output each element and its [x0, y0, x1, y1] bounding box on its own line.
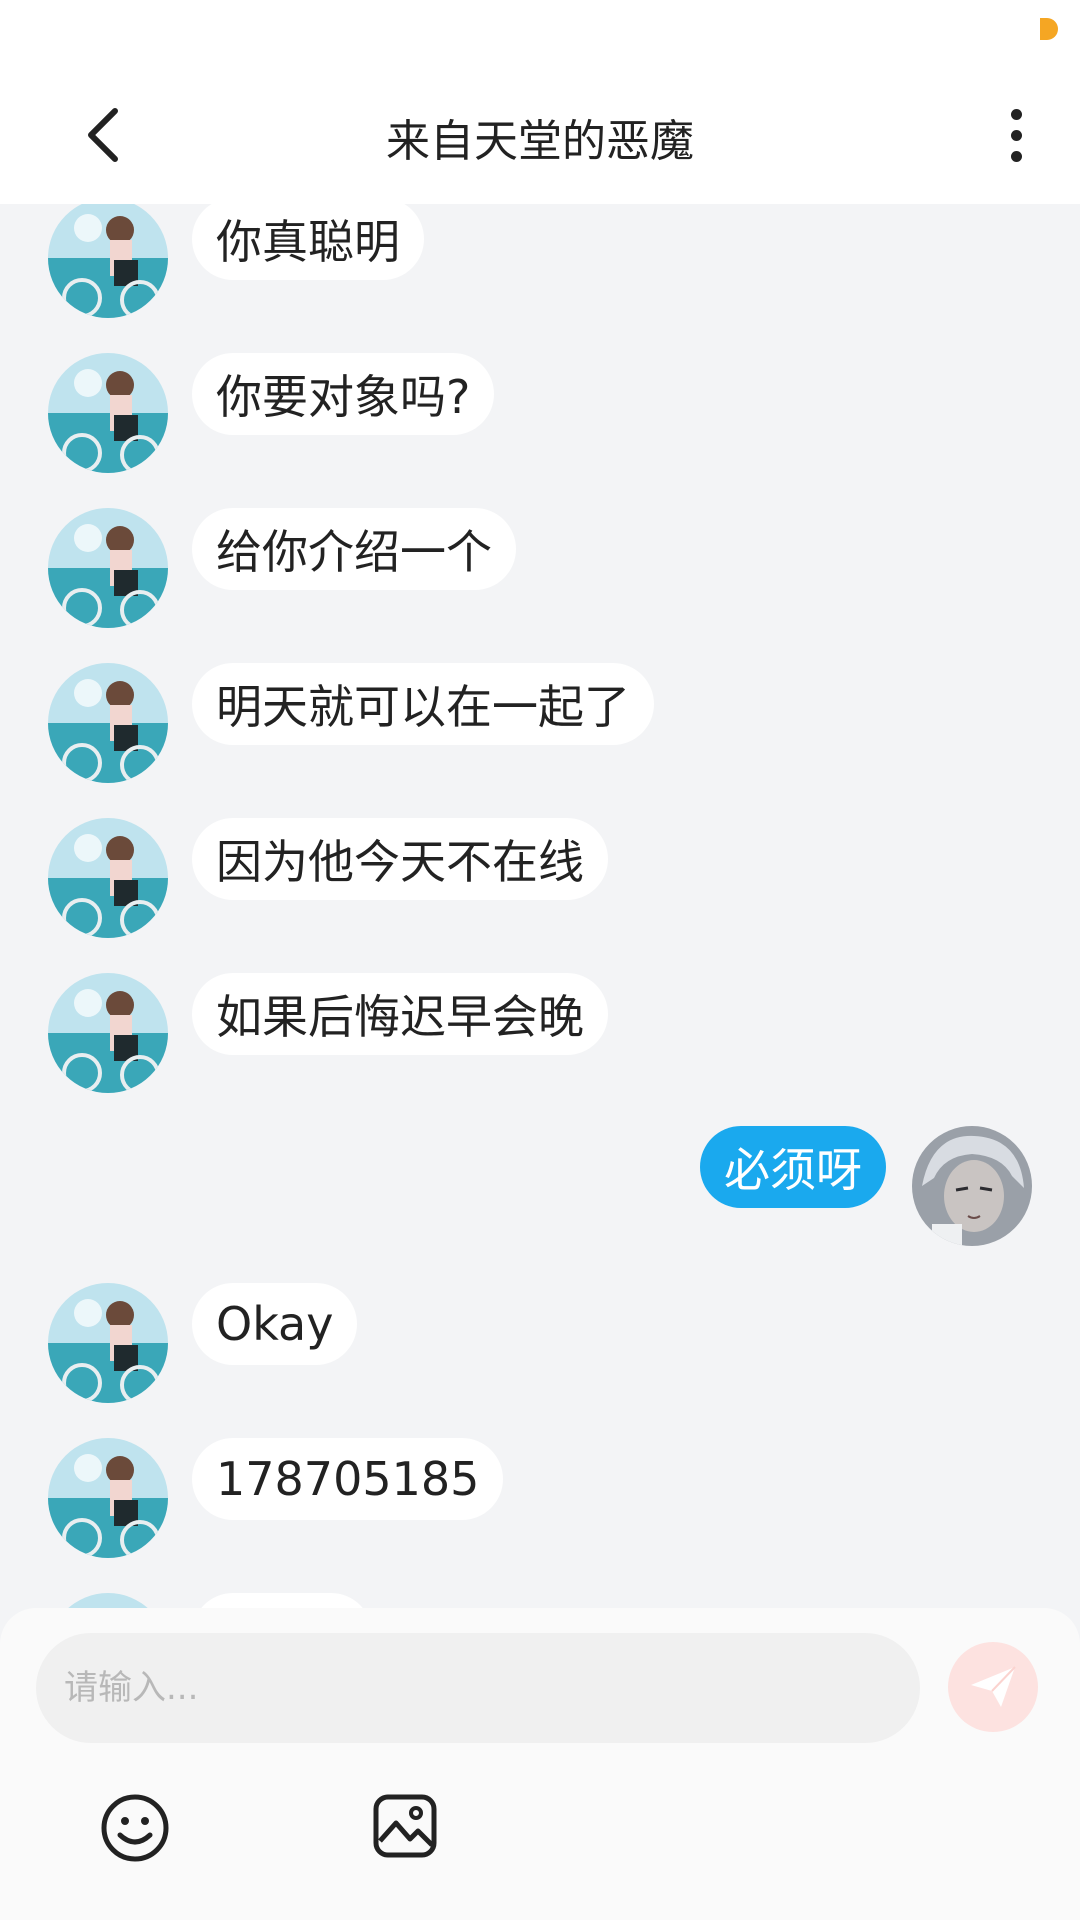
- status-bar: [0, 0, 1080, 70]
- message-bubble-link[interactable]: 178705185: [192, 1438, 504, 1520]
- paper-plane-icon: [971, 1666, 1016, 1707]
- avatar-girl-bicycle-image: [48, 1438, 168, 1558]
- more-options-button[interactable]: [986, 100, 1046, 170]
- message-row-incoming: 明天就可以在一起了: [0, 663, 1080, 783]
- user-avatar[interactable]: [912, 1126, 1032, 1246]
- contact-avatar[interactable]: [48, 508, 168, 628]
- message-bubble[interactable]: 你要对象吗?: [192, 353, 495, 435]
- contact-avatar[interactable]: [48, 663, 168, 783]
- message-row-incoming: 如果后悔迟早会晚: [0, 973, 1080, 1093]
- message-row-incoming: [0, 1593, 1080, 1608]
- contact-avatar[interactable]: [48, 353, 168, 473]
- message-list[interactable]: 你真聪明 你要对象吗? 给你介绍一个 明天就可以在一起了 因为他今天不在线 如果…: [0, 204, 1080, 1608]
- avatar-girl-bicycle-image: [48, 1283, 168, 1403]
- avatar-girl-bicycle-image: [48, 353, 168, 473]
- avatar-girl-bicycle-image: [48, 204, 168, 318]
- message-row-incoming: 给你介绍一个: [0, 508, 1080, 628]
- contact-avatar[interactable]: [48, 1593, 168, 1608]
- contact-avatar[interactable]: [48, 1438, 168, 1558]
- message-bubble[interactable]: [192, 1593, 372, 1608]
- image-icon: [373, 1794, 437, 1858]
- more-vertical-icon: [1010, 108, 1022, 120]
- contact-avatar[interactable]: [48, 1283, 168, 1403]
- avatar-girl-bicycle-image: [48, 973, 168, 1093]
- avatar-girl-bicycle-image: [48, 1593, 168, 1608]
- page-title: 来自天堂的恶魔: [386, 116, 694, 167]
- composer-panel: [0, 1608, 1080, 1920]
- avatar-girl-bicycle-image: [48, 663, 168, 783]
- contact-avatar[interactable]: [48, 204, 168, 318]
- contact-avatar[interactable]: [48, 818, 168, 938]
- chat-header: 来自天堂的恶魔: [0, 70, 1080, 204]
- contact-avatar[interactable]: [48, 973, 168, 1093]
- message-bubble[interactable]: 给你介绍一个: [192, 508, 516, 590]
- message-input[interactable]: [36, 1633, 920, 1743]
- message-row-incoming: 因为他今天不在线: [0, 818, 1080, 938]
- message-row-incoming: 178705185: [0, 1438, 1080, 1558]
- avatar-girl-bicycle-image: [48, 508, 168, 628]
- more-dot: [1010, 150, 1022, 162]
- message-row-incoming: 你真聪明: [0, 204, 1080, 318]
- status-indicator-icon: [1040, 18, 1058, 40]
- message-row-outgoing: 必须呀: [0, 1126, 1080, 1246]
- message-bubble-outgoing[interactable]: 必须呀: [700, 1126, 886, 1208]
- message-bubble[interactable]: 你真聪明: [192, 204, 424, 280]
- message-bubble[interactable]: 因为他今天不在线: [192, 818, 608, 900]
- avatar-girl-bicycle-image: [48, 818, 168, 938]
- message-bubble[interactable]: 如果后悔迟早会晚: [192, 973, 608, 1055]
- image-button[interactable]: [372, 1793, 438, 1859]
- message-bubble[interactable]: Okay: [192, 1283, 358, 1365]
- avatar-anime-boy-image: [912, 1126, 1032, 1246]
- message-row-incoming: 你要对象吗?: [0, 353, 1080, 473]
- message-row-incoming: Okay: [0, 1283, 1080, 1403]
- emoji-button[interactable]: [100, 1793, 170, 1863]
- more-dot: [1010, 129, 1022, 141]
- send-button[interactable]: [948, 1642, 1038, 1732]
- message-bubble[interactable]: 明天就可以在一起了: [192, 663, 654, 745]
- smiley-face-icon: [101, 1794, 169, 1862]
